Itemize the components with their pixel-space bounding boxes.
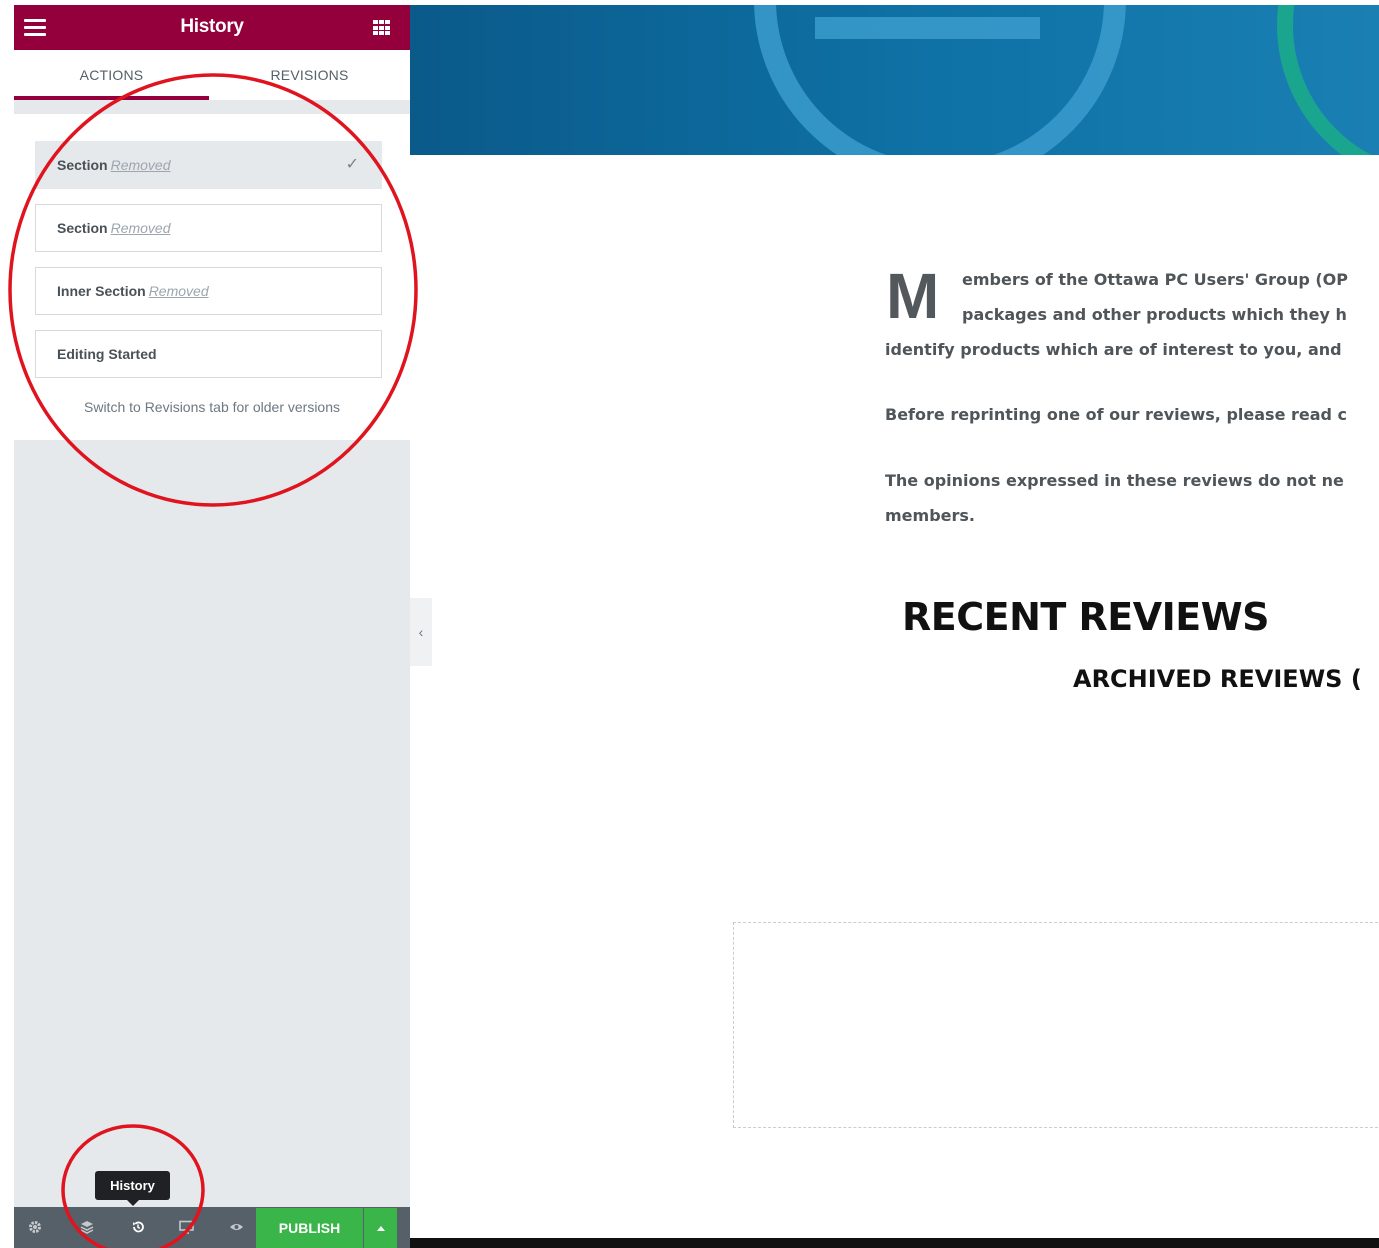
panel-header: History [14,5,410,50]
drop-cap: M [886,260,940,332]
hero-banner [410,5,1379,155]
check-icon: ✓ [345,156,359,173]
intro-line: packages and other products which they h [962,305,1347,324]
history-item[interactable]: Editing Started [35,330,382,378]
opinions-note: members. [885,506,975,525]
archived-reviews-link[interactable]: ARCHIVED REVIEWS ( [1073,665,1362,693]
eye-icon[interactable] [220,1207,254,1248]
publish-options-button[interactable] [364,1208,397,1248]
intro-line: identify products which are of interest … [885,340,1342,359]
history-item-title: Section [57,157,108,173]
empty-drop-area[interactable] [733,922,1379,1128]
intro-line: embers of the Ottawa PC Users' Group (OP [962,270,1348,289]
history-item-title: Section [57,220,108,236]
history-item-action: Removed [110,157,171,173]
gear-icon[interactable] [19,1207,53,1248]
desktop-icon[interactable] [170,1207,204,1248]
reprint-note: Before reprinting one of our reviews, pl… [885,405,1348,424]
history-item-title: Editing Started [57,346,157,362]
history-actions-list: Section Removed ✓ Section Removed Inner Se… [14,114,410,440]
grid-icon[interactable] [373,20,390,36]
tab-revisions[interactable]: REVISIONS [209,50,410,100]
footer-strip [410,1238,1379,1248]
opinions-note: The opinions expressed in these reviews … [885,471,1344,490]
collapse-panel-button[interactable]: ‹ [410,598,432,666]
history-item-title: Inner Section [57,283,146,299]
panel-title: History [180,16,244,37]
history-item-action: Removed [110,220,171,236]
layers-icon[interactable] [71,1207,105,1248]
editor-sidebar: History ACTIONS REVISIONS Section Removed… [14,5,410,1248]
recent-reviews-heading: RECENT REVIEWS [902,595,1270,639]
history-tabs: ACTIONS REVISIONS [14,50,410,100]
history-item-action: Removed [148,283,209,299]
tab-actions[interactable]: ACTIONS [14,50,209,100]
history-item[interactable]: Section Removed ✓ [35,141,382,189]
revisions-hint: Switch to Revisions tab for older versio… [84,399,340,415]
hero-graphic [754,5,1372,155]
history-tooltip: History [95,1171,170,1206]
history-icon[interactable] [122,1207,156,1248]
history-item[interactable]: Inner Section Removed [35,267,382,315]
panel-footer: PUBLISH [14,1207,410,1248]
publish-button[interactable]: PUBLISH [256,1208,363,1248]
history-item[interactable]: Section Removed [35,204,382,252]
